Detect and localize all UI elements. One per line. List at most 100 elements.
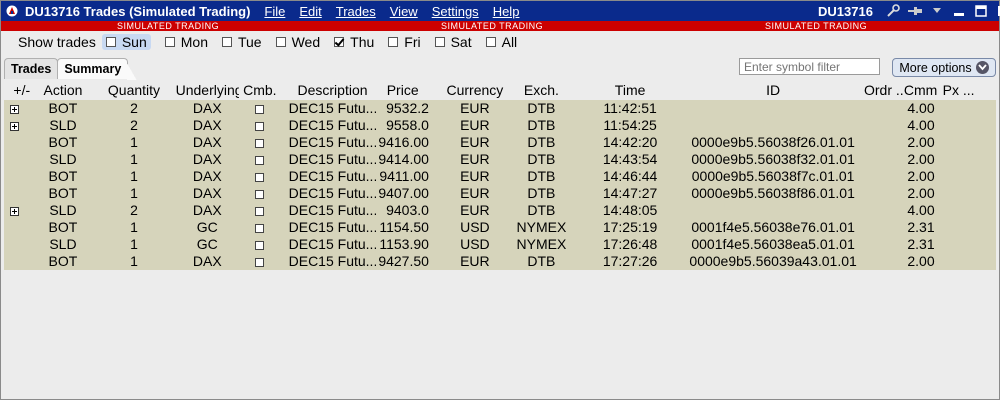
wrench-icon[interactable] xyxy=(885,3,901,19)
menu-edit[interactable]: Edit xyxy=(299,4,321,19)
maximize-icon[interactable] xyxy=(973,3,989,19)
menu-help[interactable]: Help xyxy=(493,4,520,19)
order-ref-cell xyxy=(860,151,904,168)
symbol-filter-input[interactable] xyxy=(739,58,880,75)
more-options-button[interactable]: More options xyxy=(892,58,996,77)
pin-icon[interactable] xyxy=(907,3,923,19)
checkbox-icon[interactable] xyxy=(105,37,116,47)
table-row[interactable]: SLD 2 DAX DEC15 Futu... 9558.0 EUR DTB 11:54:25… xyxy=(4,117,996,134)
tab-strip: Trades Summary xyxy=(4,58,138,81)
combo-checkbox[interactable] xyxy=(255,121,265,131)
minimize-icon[interactable] xyxy=(951,3,967,19)
combo-checkbox[interactable] xyxy=(255,223,265,233)
expand-cell xyxy=(4,168,34,185)
checkbox-icon[interactable] xyxy=(485,37,496,47)
combo-checkbox[interactable] xyxy=(255,257,265,267)
header-exchange[interactable]: Exch. xyxy=(509,80,574,100)
table-header: +/- Action Quantity Underlying Cmb. Desc… xyxy=(4,80,996,100)
commission-cell: 4.00 xyxy=(907,202,935,218)
table-row[interactable]: BOT 1 DAX DEC15 Futu... 9407.00 EUR DTB 14:47:2… xyxy=(4,185,996,202)
day-checkbox-thu[interactable]: Thu xyxy=(334,34,374,50)
title-bar: DU13716 Trades (Simulated Trading) File … xyxy=(1,1,1000,21)
table-row[interactable]: BOT 2 DAX DEC15 Futu... 9532.2 EUR DTB 11:42:51… xyxy=(4,100,996,117)
description-cell: DEC15 Futu... xyxy=(288,202,377,218)
header-expand[interactable]: +/- xyxy=(4,80,34,100)
day-checkbox-mon[interactable]: Mon xyxy=(164,34,208,50)
checkbox-icon[interactable] xyxy=(334,37,345,47)
checkbox-icon[interactable] xyxy=(221,37,232,47)
table-row[interactable]: BOT 1 DAX DEC15 Futu... 9427.50 EUR DTB 17:27:2… xyxy=(4,253,996,270)
day-checkbox-sat[interactable]: Sat xyxy=(434,34,472,50)
id-cell xyxy=(686,117,860,134)
tab-summary[interactable]: Summary xyxy=(57,58,138,81)
checkbox-icon[interactable] xyxy=(388,37,399,47)
table-row[interactable]: SLD 1 DAX DEC15 Futu... 9414.00 EUR DTB 14:43:5… xyxy=(4,151,996,168)
header-time[interactable]: Time xyxy=(574,80,686,100)
combo-checkbox[interactable] xyxy=(255,240,265,250)
header-px[interactable]: Px ... xyxy=(939,80,996,100)
exchange-cell: DTB xyxy=(527,100,556,116)
menu-settings[interactable]: Settings xyxy=(432,4,479,19)
expand-plus-icon[interactable] xyxy=(10,104,19,114)
banner-text: SIMULATED TRADING xyxy=(441,21,544,31)
action-cell: BOT xyxy=(48,219,78,235)
close-icon[interactable] xyxy=(995,3,1000,19)
menu-trades[interactable]: Trades xyxy=(336,4,376,19)
header-id[interactable]: ID xyxy=(686,80,860,100)
menu-file[interactable]: File xyxy=(264,4,285,19)
expand-plus-icon[interactable] xyxy=(10,206,19,216)
currency-cell: EUR xyxy=(460,168,490,184)
order-ref-cell xyxy=(860,202,904,219)
header-underlying[interactable]: Underlying xyxy=(176,80,239,100)
header-order-ref[interactable]: Ordr ... xyxy=(860,80,904,100)
tab-trades[interactable]: Trades xyxy=(4,58,59,79)
table-row[interactable]: SLD 1 GC DEC15 Futu... 1153.90 USD NYMEX 17:26:… xyxy=(4,236,996,253)
table-row[interactable]: BOT 1 DAX DEC15 Futu... 9416.00 EUR DTB 14:42:2… xyxy=(4,134,996,151)
day-checkbox-tue[interactable]: Tue xyxy=(221,34,262,50)
day-label: Sun xyxy=(121,34,147,50)
action-cell: SLD xyxy=(49,202,77,218)
underlying-cell: DAX xyxy=(192,168,222,184)
expand-plus-icon[interactable] xyxy=(10,121,19,131)
px-cell xyxy=(939,253,996,270)
day-label: Tue xyxy=(237,34,262,50)
expand-cell xyxy=(4,202,34,219)
px-cell xyxy=(939,219,996,236)
combo-checkbox[interactable] xyxy=(255,138,265,148)
menu-view[interactable]: View xyxy=(390,4,418,19)
exchange-cell: DTB xyxy=(527,117,556,133)
checkbox-icon[interactable] xyxy=(434,37,445,47)
header-cmb[interactable]: Cmb. xyxy=(239,80,281,100)
header-action[interactable]: Action xyxy=(34,80,93,100)
banner-text: SIMULATED TRADING xyxy=(765,21,868,31)
checkbox-icon[interactable] xyxy=(164,37,175,47)
combo-checkbox[interactable] xyxy=(255,104,265,114)
trades-table: +/- Action Quantity Underlying Cmb. Desc… xyxy=(4,80,996,270)
combo-checkbox[interactable] xyxy=(255,155,265,165)
order-ref-cell xyxy=(860,253,904,270)
combo-checkbox[interactable] xyxy=(255,172,265,182)
header-description[interactable]: Description xyxy=(281,80,377,100)
dropdown-icon[interactable] xyxy=(929,3,945,19)
expand-cell xyxy=(4,151,34,168)
combo-checkbox[interactable] xyxy=(255,206,265,216)
header-commission[interactable]: Cmm xyxy=(904,80,939,100)
combo-checkbox[interactable] xyxy=(255,189,265,199)
checkbox-icon[interactable] xyxy=(275,37,286,47)
price-cell: 9532.2 xyxy=(386,100,429,116)
exchange-cell: DTB xyxy=(527,253,556,269)
day-checkbox-sun[interactable]: Sun xyxy=(101,34,151,50)
quantity-cell: 1 xyxy=(130,151,138,167)
day-checkbox-fri[interactable]: Fri xyxy=(388,34,421,50)
header-quantity[interactable]: Quantity xyxy=(92,80,175,100)
table-row[interactable]: BOT 1 GC DEC15 Futu... 1154.50 USD NYMEX 17:25:… xyxy=(4,219,996,236)
day-checkbox-all[interactable]: All xyxy=(485,34,517,50)
table-row[interactable]: SLD 2 DAX DEC15 Futu... 9403.0 EUR DTB 14:48:05… xyxy=(4,202,996,219)
header-currency[interactable]: Currency xyxy=(441,80,509,100)
price-cell: 9427.50 xyxy=(378,253,429,269)
action-cell: BOT xyxy=(48,100,78,116)
header-price[interactable]: Price xyxy=(376,80,441,100)
action-cell: BOT xyxy=(48,253,78,269)
table-row[interactable]: BOT 1 DAX DEC15 Futu... 9411.00 EUR DTB 14:46:4… xyxy=(4,168,996,185)
day-checkbox-wed[interactable]: Wed xyxy=(275,34,320,50)
